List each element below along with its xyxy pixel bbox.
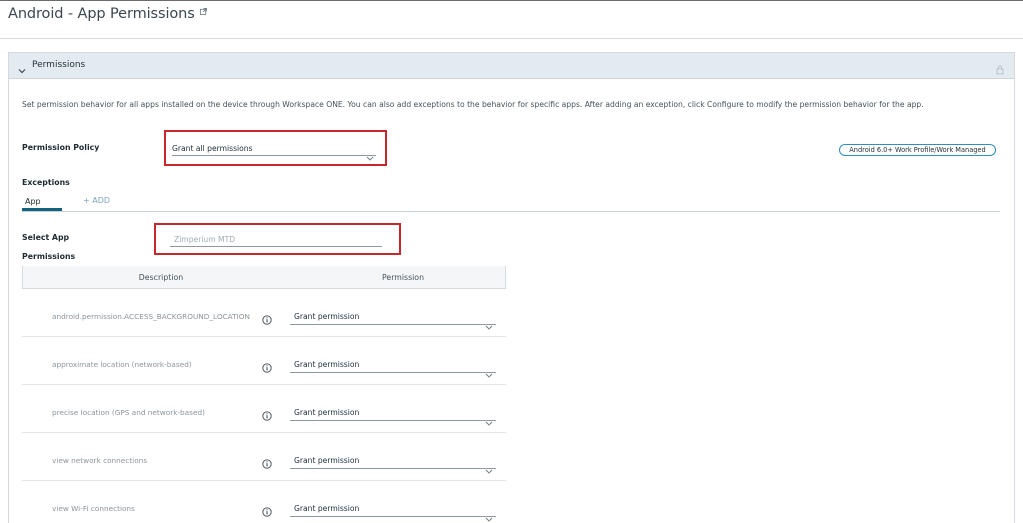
header-divider (0, 38, 1023, 39)
panel-description: Set permission behavior for all apps ins… (22, 100, 924, 109)
platform-badge: Android 6.0+ Work Profile/Work Managed (839, 144, 996, 156)
tabs-divider (22, 211, 1000, 212)
table-header: Description Permission (22, 266, 506, 289)
permission-select[interactable]: Grant permission (290, 456, 496, 474)
info-icon[interactable] (262, 406, 272, 425)
permission-policy-label: Permission Policy (22, 143, 100, 152)
column-header-permission: Permission (381, 273, 425, 282)
permission-value: Grant permission (294, 504, 360, 513)
table-row: android.permission.ACCESS_BACKGROUND_LOC… (22, 289, 506, 337)
chevron-down-icon (485, 459, 493, 478)
permission-select[interactable]: Grant permission (290, 360, 496, 378)
permission-value: Grant permission (294, 456, 360, 465)
table-row: view Wi-Fi connections Grant permission (22, 481, 506, 523)
panel-title: Permissions (32, 60, 86, 70)
chevron-down-icon[interactable] (18, 60, 26, 79)
table-row: precise location (GPS and network-based)… (22, 385, 506, 433)
permissions-table: Description Permission android.permissio… (22, 266, 506, 523)
chevron-down-icon (485, 507, 493, 523)
permission-value: Grant permission (294, 312, 360, 321)
top-border (0, 0, 1023, 1)
permission-policy-select[interactable]: Grant all permissions (172, 143, 376, 161)
row-description: android.permission.ACCESS_BACKGROUND_LOC… (52, 312, 250, 321)
column-header-description: Description (138, 273, 184, 282)
chevron-down-icon (485, 411, 493, 430)
select-app-input[interactable]: Zimperium MTD (170, 234, 382, 247)
chevron-down-icon (485, 315, 493, 334)
tab-app[interactable]: App (22, 196, 62, 211)
add-exception-button[interactable]: + ADD (83, 196, 110, 205)
table-row: view network connections Grant permissio… (22, 433, 506, 481)
info-icon[interactable] (262, 454, 272, 473)
permission-value: Grant permission (294, 360, 360, 369)
row-description: approximate location (network-based) (52, 360, 192, 369)
page-title-text: Android - App Permissions (8, 6, 195, 22)
row-description: view network connections (52, 456, 148, 465)
info-icon[interactable] (262, 310, 272, 329)
info-icon[interactable] (262, 358, 272, 377)
lock-icon (996, 60, 1004, 79)
select-app-label: Select App (22, 233, 70, 242)
permission-select[interactable]: Grant permission (290, 504, 496, 522)
permissions-label: Permissions (22, 252, 76, 261)
chevron-down-icon (366, 146, 374, 165)
permission-policy-value: Grant all permissions (172, 144, 253, 153)
table-row: approximate location (network-based) Gra… (22, 337, 506, 385)
row-description: view Wi-Fi connections (52, 504, 135, 513)
external-link-icon[interactable] (199, 3, 207, 19)
permission-select[interactable]: Grant permission (290, 408, 496, 426)
panel-header[interactable]: Permissions (9, 53, 1014, 79)
page-title: Android - App Permissions (8, 3, 207, 22)
select-app-placeholder: Zimperium MTD (174, 235, 236, 244)
permission-select[interactable]: Grant permission (290, 312, 496, 330)
permission-value: Grant permission (294, 408, 360, 417)
chevron-down-icon (485, 363, 493, 382)
row-description: precise location (GPS and network-based) (52, 408, 205, 417)
info-icon[interactable] (262, 502, 272, 521)
exceptions-label: Exceptions (22, 178, 70, 187)
